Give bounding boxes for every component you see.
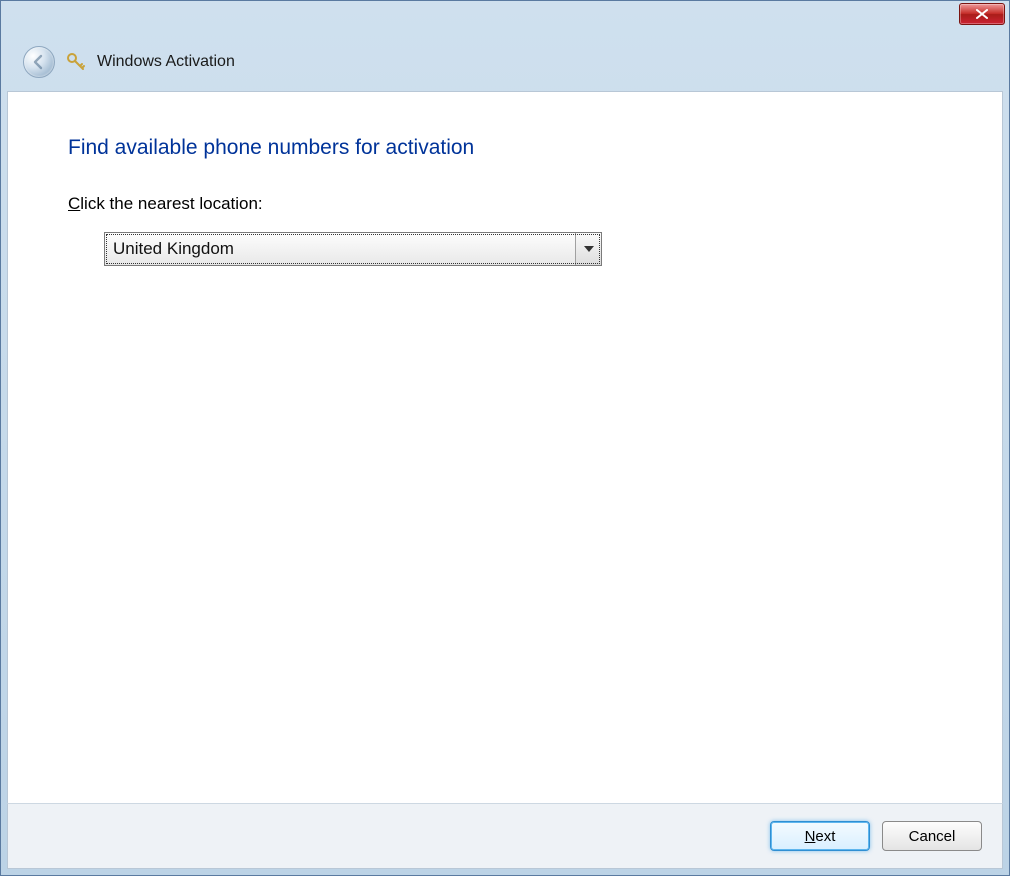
location-dropdown-value: United Kingdom bbox=[105, 233, 575, 265]
location-dropdown[interactable]: United Kingdom bbox=[104, 232, 602, 266]
chevron-down-icon bbox=[584, 246, 594, 252]
instruction-label: Click the nearest location: bbox=[68, 194, 942, 214]
instruction-accel: C bbox=[68, 194, 80, 213]
titlebar bbox=[1, 1, 1009, 41]
close-icon bbox=[976, 9, 988, 19]
next-button[interactable]: Next bbox=[770, 821, 870, 851]
key-icon bbox=[65, 51, 87, 73]
window-title: Windows Activation bbox=[97, 53, 235, 71]
close-button[interactable] bbox=[959, 3, 1005, 25]
footer: Next Cancel bbox=[7, 803, 1003, 869]
cancel-button[interactable]: Cancel bbox=[882, 821, 982, 851]
content-area: Find available phone numbers for activat… bbox=[7, 91, 1003, 803]
nav-row: Windows Activation bbox=[1, 41, 1009, 91]
page-heading: Find available phone numbers for activat… bbox=[68, 136, 942, 160]
back-arrow-icon bbox=[31, 54, 47, 70]
activation-window: Windows Activation Find available phone … bbox=[0, 0, 1010, 876]
dropdown-toggle[interactable] bbox=[575, 233, 601, 265]
instruction-text: lick the nearest location: bbox=[80, 194, 262, 213]
back-button[interactable] bbox=[23, 46, 55, 78]
cancel-label: Cancel bbox=[909, 828, 956, 845]
next-accel: N bbox=[805, 828, 816, 845]
next-label-rest: ext bbox=[815, 828, 835, 845]
